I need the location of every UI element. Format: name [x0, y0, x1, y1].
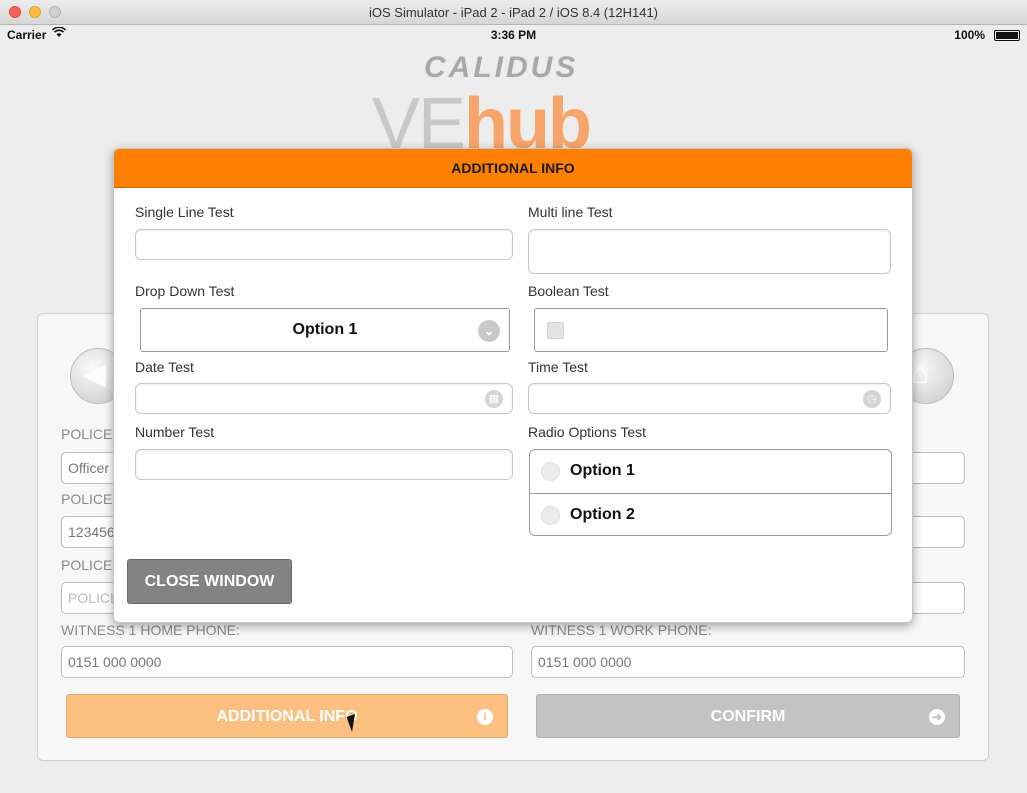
drop-down-value: Option 1	[292, 321, 358, 338]
time-input[interactable]: ◷	[528, 383, 891, 414]
date-label: Date Test	[135, 359, 194, 375]
back-arrow-icon: ◀	[83, 358, 107, 391]
close-window-button[interactable]: CLOSE WINDOW	[127, 559, 292, 604]
clock-icon[interactable]: ◷	[863, 390, 881, 408]
ios-screen: Carrier 3:36 PM 100% CALIDUS VEhub ◀ ⌂ P…	[0, 25, 1027, 793]
police-field-3[interactable]: POLICE	[61, 582, 121, 614]
drop-down-label: Drop Down Test	[135, 283, 235, 299]
clock-label: 3:36 PM	[490, 28, 537, 42]
police-field-label-2: POLICE	[61, 491, 113, 507]
additional-info-modal: ADDITIONAL INFO Single Line Test Multi l…	[113, 148, 913, 623]
work-phone-field[interactable]: 0151 000 0000	[531, 646, 965, 678]
window-title: iOS Simulator - iPad 2 - iPad 2 / iOS 8.…	[368, 5, 658, 20]
single-line-input[interactable]	[135, 229, 513, 260]
boolean-field	[534, 308, 888, 352]
battery-icon	[994, 30, 1020, 41]
right-field-2[interactable]	[905, 516, 965, 548]
confirm-label: CONFIRM	[710, 708, 786, 725]
drop-down-select[interactable]: Option 1 ⌄	[140, 308, 510, 352]
number-label: Number Test	[135, 424, 215, 440]
work-phone-label: WITNESS 1 WORK PHONE:	[531, 622, 712, 638]
logo-calidus: CALIDUS	[424, 51, 579, 84]
radio-options-label: Radio Options Test	[528, 424, 647, 440]
radio-option-label: Option 2	[570, 506, 635, 523]
additional-info-label: ADDITIONAL INFO	[216, 708, 358, 725]
time-label: Time Test	[528, 359, 588, 375]
multi-line-label: Multi line Test	[528, 204, 613, 220]
police-field-label-1: POLICE	[61, 426, 113, 442]
additional-info-button[interactable]: ADDITIONAL INFO i	[66, 694, 508, 738]
right-field-3[interactable]	[905, 582, 965, 614]
single-line-label: Single Line Test	[135, 204, 234, 220]
battery-label: 100%	[954, 28, 985, 42]
calendar-icon[interactable]: ▦	[485, 390, 503, 408]
minimize-window-icon[interactable]	[29, 6, 41, 18]
info-icon: i	[477, 709, 493, 725]
arrow-right-icon: ➜	[929, 709, 945, 725]
close-window-icon[interactable]	[9, 6, 21, 18]
window-titlebar: iOS Simulator - iPad 2 - iPad 2 / iOS 8.…	[0, 0, 1027, 25]
confirm-button[interactable]: CONFIRM ➜	[536, 694, 960, 738]
radio-options-group: Option 1 Option 2	[529, 449, 892, 536]
home-icon: ⌂	[911, 357, 930, 390]
radio-option-1[interactable]: Option 1	[530, 450, 891, 493]
radio-option-2[interactable]: Option 2	[530, 493, 891, 536]
police-field-label-3: POLICE	[61, 557, 113, 573]
radio-button-icon[interactable]	[541, 506, 560, 525]
right-field-1[interactable]	[905, 452, 965, 484]
boolean-label: Boolean Test	[528, 283, 609, 299]
radio-option-label: Option 1	[570, 462, 635, 479]
boolean-checkbox[interactable]	[547, 322, 564, 339]
radio-button-icon[interactable]	[541, 462, 560, 481]
home-phone-field[interactable]: 0151 000 0000	[61, 646, 513, 678]
police-field-1[interactable]: Officer	[61, 452, 121, 484]
modal-title: ADDITIONAL INFO	[114, 149, 912, 188]
date-input[interactable]: ▦	[135, 383, 513, 414]
chevron-down-icon: ⌄	[478, 320, 500, 342]
number-input[interactable]	[135, 449, 513, 480]
multi-line-input[interactable]	[528, 229, 891, 274]
home-phone-label: WITNESS 1 HOME PHONE:	[61, 622, 240, 638]
police-field-2[interactable]: 123456	[61, 516, 121, 548]
maximize-window-icon[interactable]	[49, 6, 61, 18]
status-bar: Carrier 3:36 PM 100%	[0, 25, 1027, 45]
